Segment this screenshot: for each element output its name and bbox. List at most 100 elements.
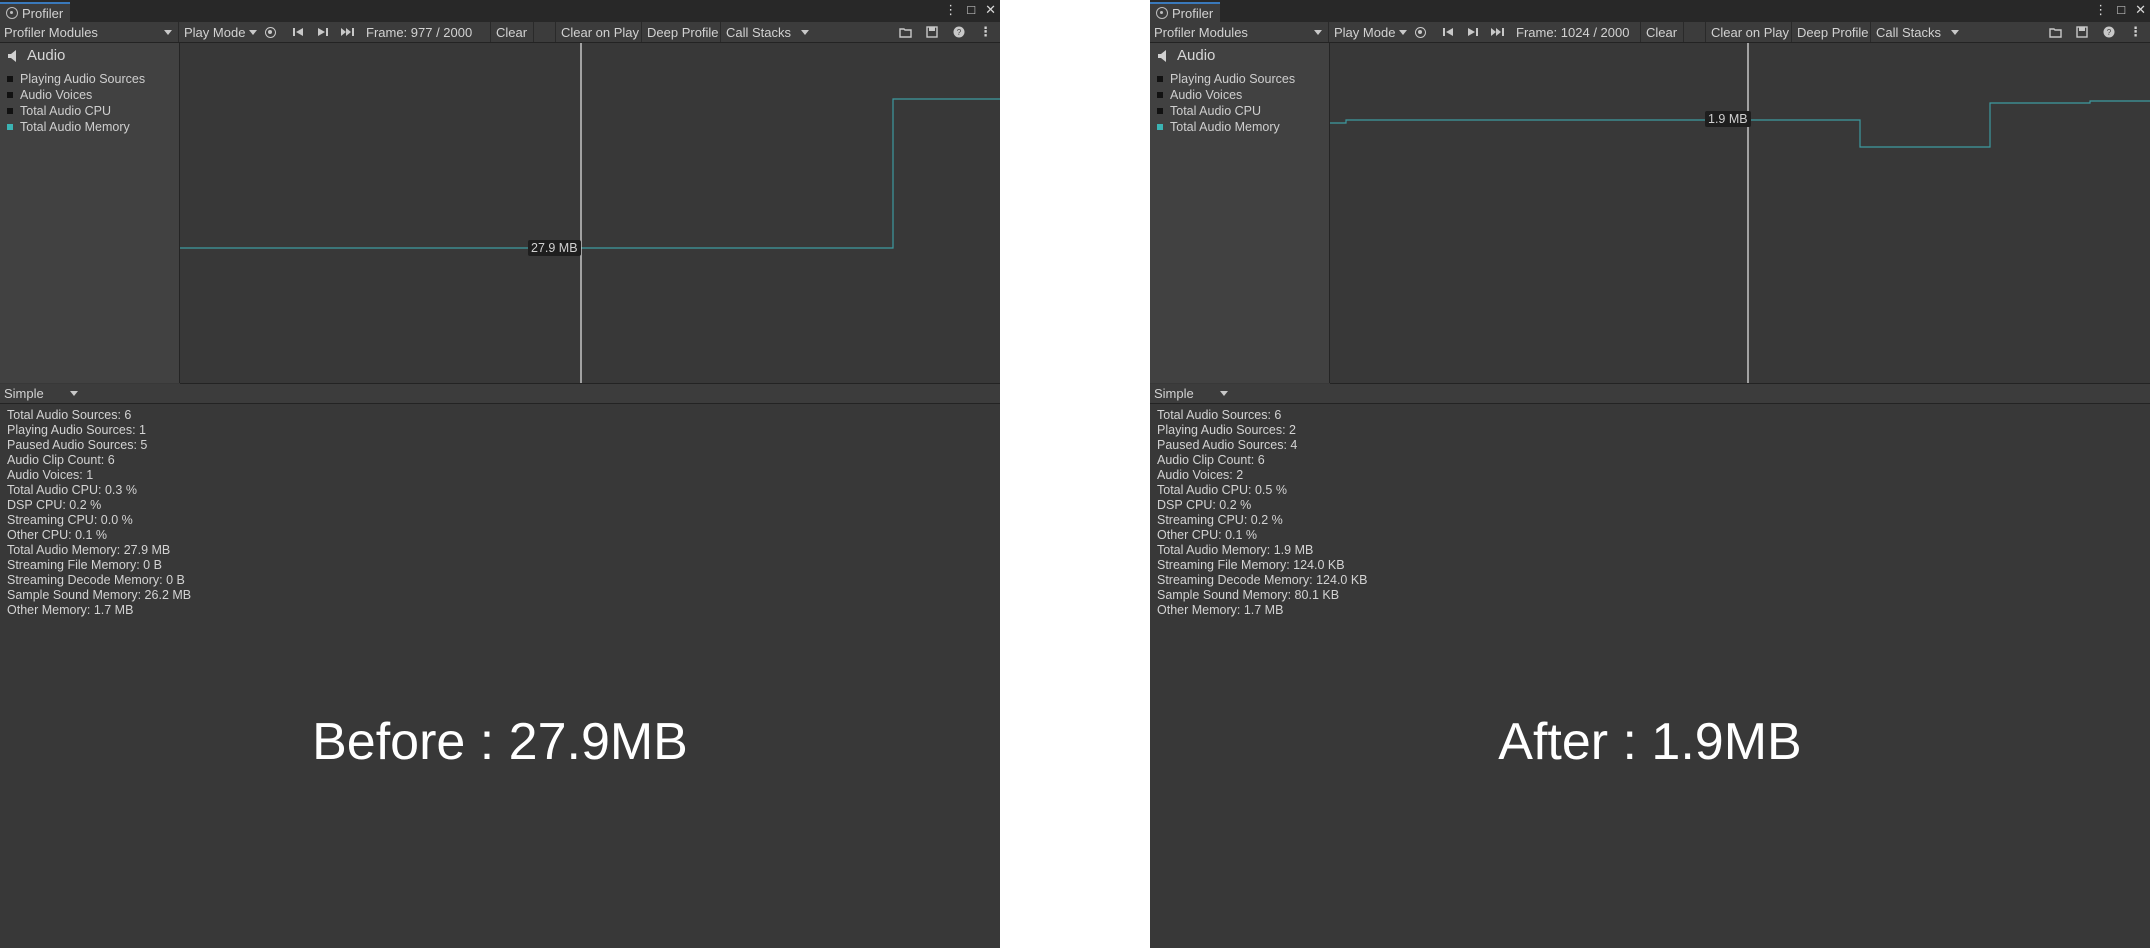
legend-item-audio-voices[interactable]: Audio Voices bbox=[7, 87, 145, 103]
more-icon[interactable]: ⋮ bbox=[2129, 22, 2142, 42]
record-button[interactable] bbox=[265, 22, 276, 42]
stat-line: Audio Clip Count: 6 bbox=[1157, 453, 1265, 467]
current-frame-button[interactable] bbox=[341, 22, 355, 42]
clear-button[interactable]: Clear bbox=[1640, 22, 1683, 42]
stat-line: Sample Sound Memory: 80.1 KB bbox=[1157, 588, 1340, 602]
legend-swatch bbox=[7, 76, 13, 82]
close-icon[interactable]: ✕ bbox=[2135, 2, 2146, 18]
help-button[interactable]: ? bbox=[952, 22, 966, 42]
view-mode-dropdown[interactable]: Simple bbox=[1154, 386, 1228, 401]
stat-line: DSP CPU: 0.2 % bbox=[1157, 498, 1252, 512]
profiler-tab[interactable]: Profiler bbox=[0, 2, 70, 22]
help-button[interactable]: ? bbox=[2102, 22, 2116, 42]
stat-line: Sample Sound Memory: 26.2 MB bbox=[7, 588, 192, 602]
stat-line: Total Audio Memory: 27.9 MB bbox=[7, 543, 171, 557]
legend-item-total-audio-memory[interactable]: Total Audio Memory bbox=[7, 119, 145, 135]
save-button[interactable] bbox=[2075, 22, 2089, 42]
deep-profile-toggle[interactable]: Deep Profile bbox=[1791, 22, 1870, 42]
profiler-window-before: Profiler ⋮ □ ✕ Profiler Modules Play Mod… bbox=[0, 0, 1000, 948]
legend-item-audio-voices[interactable]: Audio Voices bbox=[1157, 87, 1295, 103]
view-mode-dropdown[interactable]: Simple bbox=[4, 386, 78, 401]
stat-line: Streaming Decode Memory: 0 B bbox=[7, 573, 185, 587]
module-title[interactable]: Audio bbox=[7, 47, 65, 64]
profiler-tab[interactable]: Profiler bbox=[1150, 2, 1220, 22]
close-icon[interactable]: ✕ bbox=[985, 2, 996, 18]
clear-on-play-toggle[interactable]: Clear on Play bbox=[555, 22, 641, 42]
profiler-window-after: Profiler ⋮ □ ✕ Profiler Modules Play Mod… bbox=[1150, 0, 2150, 948]
legend-item-total-audio-cpu[interactable]: Total Audio CPU bbox=[7, 103, 145, 119]
comparison-caption: After : 1.9MB bbox=[1498, 713, 1802, 771]
play-mode-dropdown[interactable]: Play Mode bbox=[178, 22, 258, 42]
audio-stats-list: Total Audio Sources: 6 Playing Audio Sou… bbox=[1157, 408, 1368, 618]
memory-graph[interactable]: 1.9 MB bbox=[1330, 43, 2150, 384]
chevron-down-icon bbox=[69, 391, 78, 396]
maximize-icon[interactable]: □ bbox=[2117, 2, 2125, 18]
window-menu-icon[interactable]: ⋮ bbox=[2094, 2, 2107, 18]
title-bar: Profiler ⋮ □ ✕ bbox=[1150, 0, 2150, 23]
tab-label: Profiler bbox=[1172, 5, 1214, 21]
previous-frame-button[interactable] bbox=[291, 22, 305, 42]
stat-line: Total Audio Memory: 1.9 MB bbox=[1157, 543, 1314, 557]
legend-item-playing-audio-sources[interactable]: Playing Audio Sources bbox=[1157, 71, 1295, 87]
stat-line: Audio Voices: 2 bbox=[1157, 468, 1244, 482]
profiler-icon bbox=[1156, 7, 1168, 19]
step-forward-icon bbox=[1468, 28, 1478, 36]
profiler-modules-dropdown[interactable]: Profiler Modules bbox=[1154, 22, 1326, 42]
load-button[interactable] bbox=[2049, 22, 2063, 42]
stat-line: Streaming CPU: 0.0 % bbox=[7, 513, 133, 527]
step-back-icon bbox=[1443, 28, 1453, 36]
speaker-icon bbox=[1158, 49, 1166, 62]
help-icon: ? bbox=[2103, 26, 2115, 38]
stat-line: Total Audio Sources: 6 bbox=[7, 408, 132, 422]
save-icon bbox=[2076, 26, 2088, 38]
svg-text:?: ? bbox=[957, 28, 962, 37]
legend-item-total-audio-cpu[interactable]: Total Audio CPU bbox=[1157, 103, 1295, 119]
speaker-icon bbox=[8, 49, 16, 62]
load-button[interactable] bbox=[899, 22, 913, 42]
stat-line: Audio Voices: 1 bbox=[7, 468, 94, 482]
jump-to-end-icon bbox=[1491, 28, 1504, 36]
jump-to-end-icon bbox=[341, 28, 354, 36]
stat-line: Playing Audio Sources: 1 bbox=[7, 423, 146, 437]
details-view-bar: Simple bbox=[0, 384, 1000, 404]
legend-item-total-audio-memory[interactable]: Total Audio Memory bbox=[1157, 119, 1295, 135]
record-icon bbox=[265, 26, 276, 38]
chevron-down-icon bbox=[164, 30, 172, 35]
profiler-toolbar: Profiler Modules Play Mode Frame: 1024 /… bbox=[1150, 22, 2150, 43]
record-button[interactable] bbox=[1415, 22, 1426, 42]
stat-line: Streaming File Memory: 0 B bbox=[7, 558, 162, 572]
selected-frame-value-label: 27.9 MB bbox=[528, 240, 581, 256]
next-frame-button[interactable] bbox=[1466, 22, 1480, 42]
help-icon: ? bbox=[953, 26, 965, 38]
play-mode-dropdown[interactable]: Play Mode bbox=[1328, 22, 1408, 42]
previous-frame-button[interactable] bbox=[1441, 22, 1455, 42]
stat-line: Other CPU: 0.1 % bbox=[1157, 528, 1258, 542]
window-menu-icon[interactable]: ⋮ bbox=[944, 2, 957, 18]
legend-item-playing-audio-sources[interactable]: Playing Audio Sources bbox=[7, 71, 145, 87]
svg-text:?: ? bbox=[2107, 28, 2112, 37]
record-icon bbox=[1415, 26, 1426, 38]
module-legend: Playing Audio Sources Audio Voices Total… bbox=[7, 71, 145, 135]
profiler-toolbar: Profiler Modules Play Mode Frame: 977 / … bbox=[0, 22, 1000, 43]
module-legend: Playing Audio Sources Audio Voices Total… bbox=[1157, 71, 1295, 135]
stat-line: DSP CPU: 0.2 % bbox=[7, 498, 102, 512]
save-button[interactable] bbox=[925, 22, 939, 42]
module-title[interactable]: Audio bbox=[1157, 47, 1215, 64]
maximize-icon[interactable]: □ bbox=[967, 2, 975, 18]
deep-profile-toggle[interactable]: Deep Profile bbox=[641, 22, 720, 42]
memory-graph-plot bbox=[1330, 43, 2150, 383]
call-stacks-dropdown[interactable]: Call Stacks bbox=[1870, 22, 1960, 42]
legend-swatch-active bbox=[1157, 124, 1163, 130]
clear-on-play-toggle[interactable]: Clear on Play bbox=[1705, 22, 1791, 42]
memory-graph[interactable]: 27.9 MB bbox=[180, 43, 1000, 384]
next-frame-button[interactable] bbox=[316, 22, 330, 42]
step-forward-icon bbox=[318, 28, 328, 36]
details-view-bar: Simple bbox=[1150, 384, 2150, 404]
profiler-icon bbox=[6, 7, 18, 19]
call-stacks-dropdown[interactable]: Call Stacks bbox=[720, 22, 810, 42]
clear-button[interactable]: Clear bbox=[490, 22, 533, 42]
current-frame-button[interactable] bbox=[1491, 22, 1505, 42]
more-icon[interactable]: ⋮ bbox=[979, 22, 992, 42]
profiler-modules-label: Profiler Modules bbox=[4, 24, 98, 40]
profiler-modules-dropdown[interactable]: Profiler Modules bbox=[4, 22, 176, 42]
